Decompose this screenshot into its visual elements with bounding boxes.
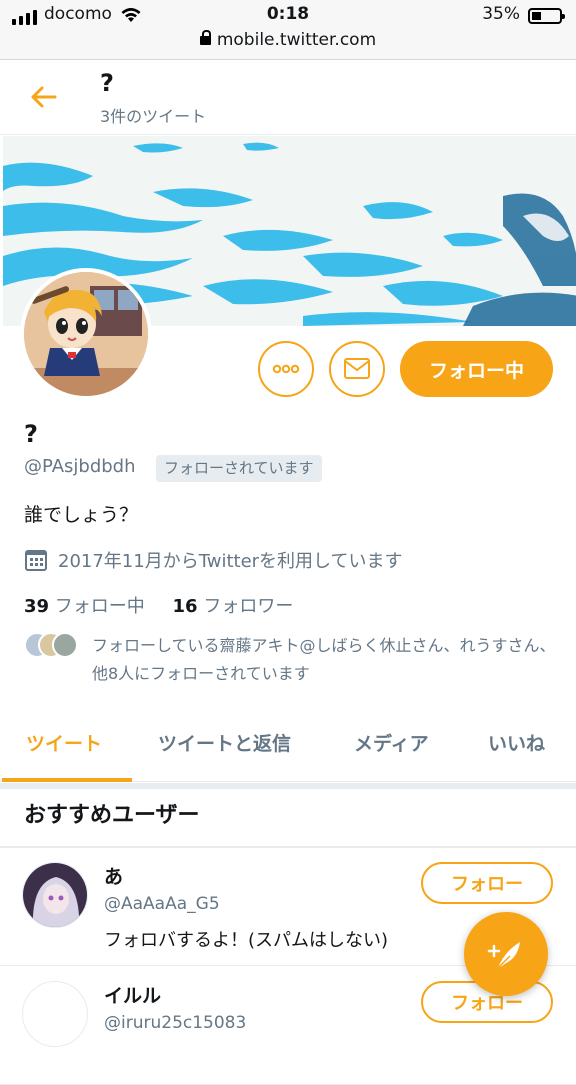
lock-icon [199, 30, 211, 45]
following-button[interactable]: フォロー中 [400, 341, 553, 397]
avatar-image [24, 272, 148, 396]
join-date-text: 2017年11月からTwitterを利用しています [58, 551, 403, 572]
compose-tweet-button[interactable] [464, 912, 548, 996]
direct-message-button[interactable] [329, 341, 385, 397]
battery-icon [528, 8, 565, 24]
browser-status-bar: docomo 0:18 35% mobile.twitter.com [0, 0, 576, 60]
following-stat[interactable]: 39 フォロー中 [24, 596, 145, 617]
tab-tweets-and-replies[interactable]: ツイートと返信 [158, 718, 291, 782]
user-handle: @AaAaAa_G5 [104, 894, 220, 914]
recommended-users-title: おすすめユーザー [24, 803, 200, 828]
mutual-followers-text[interactable]: フォローしている齋藤アキト@しばらく休止さん、れうすさん、他8人にフォローされて… [92, 632, 562, 688]
user-handle: @iruru25c15083 [104, 1013, 247, 1033]
section-divider [0, 783, 576, 789]
user-name[interactable]: イルル [104, 981, 161, 1008]
mutual-avatar [52, 632, 78, 658]
follow-button[interactable]: フォロー [421, 862, 553, 904]
user-name[interactable]: あ [104, 862, 123, 889]
following-count: 39 [24, 596, 50, 617]
compose-feather-icon [487, 942, 520, 969]
followers-label: フォロワー [203, 596, 294, 617]
address-bar[interactable]: mobile.twitter.com [0, 30, 576, 50]
back-button[interactable] [22, 77, 66, 117]
followers-stat[interactable]: 16 フォロワー [173, 596, 294, 617]
tweet-count: 3件のツイート [100, 107, 207, 126]
join-date-row: 2017年11月からTwitterを利用しています [24, 547, 403, 573]
more-dots-icon [272, 364, 300, 374]
followers-count: 16 [172, 596, 198, 617]
tab-tweets[interactable]: ツイート [26, 718, 102, 782]
profile-header: ? 3件のツイート [0, 61, 576, 135]
header-title: ? [100, 69, 114, 97]
profile-bio: 誰でしょう？ [24, 504, 139, 526]
active-tab-indicator [2, 778, 132, 782]
following-label: フォロー中 [54, 596, 145, 617]
profile-tabs: ツイート ツイートと返信 メディア いいね [0, 718, 576, 782]
tab-likes[interactable]: いいね [488, 718, 545, 782]
mutual-followers-avatars[interactable] [24, 632, 84, 660]
user-avatar[interactable] [22, 862, 88, 928]
envelope-icon [344, 358, 370, 379]
url-text: mobile.twitter.com [216, 30, 377, 50]
follow-stats: 39 フォロー中 16 フォロワー [24, 592, 315, 618]
arrow-left-icon [31, 86, 57, 108]
more-options-button[interactable] [258, 341, 314, 397]
tab-media[interactable]: メディア [354, 718, 429, 782]
profile-name: ? [24, 420, 38, 448]
user-bio: フォロバするよ！(スパムはしない) [104, 930, 389, 951]
profile-avatar[interactable] [20, 268, 152, 400]
user-avatar[interactable] [22, 981, 88, 1047]
battery-percent: 35% [482, 4, 520, 24]
calendar-icon [25, 550, 47, 571]
profile-handle: @PAsjbdbdh [24, 456, 136, 477]
follows-you-badge: フォローされています [156, 455, 322, 482]
user-avatar-image [23, 863, 87, 927]
